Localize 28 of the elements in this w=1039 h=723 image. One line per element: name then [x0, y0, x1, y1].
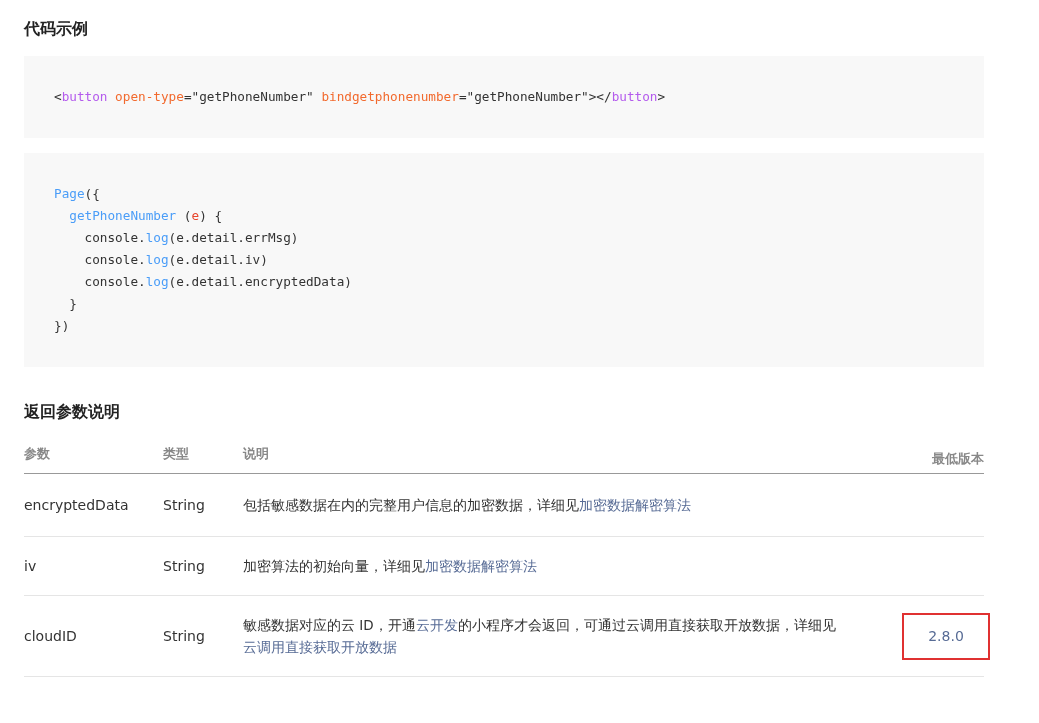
column-header: 类型	[163, 446, 189, 461]
column-header: 参数	[24, 446, 50, 461]
param-type: String	[163, 628, 205, 644]
param-name: iv	[24, 558, 37, 574]
column-header: 最低版本	[932, 451, 984, 466]
section-heading: 返回参数说明	[24, 401, 121, 423]
param-type: String	[163, 497, 205, 513]
param-name: encryptedData	[24, 497, 129, 513]
doc-link[interactable]: 加密数据解密算法	[579, 497, 691, 513]
code-line: }	[68, 295, 77, 313]
param-description: 加密算法的初始向量，详细见加密数据解密算法	[243, 558, 537, 574]
code-line: <button open-type="getPhoneNumber" bindgetphonenumber="getPhoneNumber"></button>	[54, 88, 666, 106]
section-heading: 代码示例	[24, 18, 89, 40]
code-line: })	[54, 317, 70, 335]
column-header: 说明	[243, 446, 269, 461]
code-line: Page({	[54, 185, 100, 203]
code-line: console.log(e.detail.errMsg)	[83, 229, 299, 247]
doc-link[interactable]: 云开发	[415, 617, 458, 633]
param-type: String	[163, 558, 205, 574]
code-line: console.log(e.detail.encryptedData)	[83, 273, 352, 291]
param-description: 敏感数据对应的云 ID，开通云开发的小程序才会返回，可通过云调用直接获取开放数据，详细见 云调用直接获取开放数据	[243, 617, 836, 655]
code-line: console.log(e.detail.iv)	[83, 251, 268, 269]
version-number: 2.8.0	[928, 627, 964, 646]
code-line: getPhoneNumber (e) {	[68, 207, 223, 225]
param-description: 包括敏感数据在内的完整用户信息的加密数据，详细见加密数据解密算法	[243, 497, 691, 513]
param-name: cloudID	[24, 628, 77, 644]
doc-link[interactable]: 加密数据解密算法	[425, 558, 537, 574]
doc-link[interactable]: 云调用直接获取开放数据	[243, 639, 397, 655]
